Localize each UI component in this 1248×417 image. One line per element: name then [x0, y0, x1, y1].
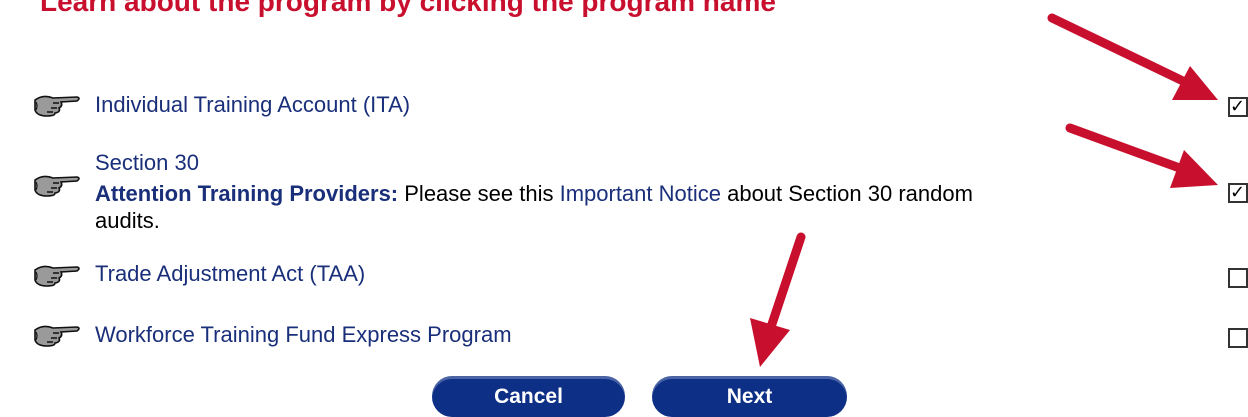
program-link-taa[interactable]: Trade Adjustment Act (TAA): [95, 261, 365, 287]
program-link-ita[interactable]: Individual Training Account (ITA): [95, 92, 410, 118]
page-heading: Learn about the program by clicking the …: [40, 0, 776, 17]
pointing-hand-icon: [34, 95, 80, 117]
next-button[interactable]: Next: [652, 376, 847, 417]
program-link-wtfx[interactable]: Workforce Training Fund Express Program: [95, 322, 512, 348]
arrow-to-ita-checkbox: [1047, 13, 1218, 100]
notice-text: Please see this: [398, 181, 560, 206]
pointing-hand-icon: [34, 265, 80, 287]
section-30-notice: Attention Training Providers: Please see…: [95, 180, 1000, 234]
pointing-hand-icon: [34, 175, 80, 197]
program-checkbox-ita[interactable]: ✓: [1228, 97, 1248, 117]
notice-label: Attention Training Providers:: [95, 181, 399, 206]
important-notice-link[interactable]: Important Notice: [560, 181, 721, 206]
arrow-to-section30-checkbox: [1065, 123, 1218, 188]
arrow-to-next-button: [750, 232, 806, 367]
cancel-button[interactable]: Cancel: [432, 376, 625, 417]
program-checkbox-section-30[interactable]: ✓: [1228, 183, 1248, 203]
program-checkbox-taa[interactable]: [1228, 268, 1248, 288]
pointing-hand-icon: [34, 325, 80, 347]
program-checkbox-wtfx[interactable]: [1228, 328, 1248, 348]
program-link-section-30[interactable]: Section 30: [95, 150, 199, 176]
